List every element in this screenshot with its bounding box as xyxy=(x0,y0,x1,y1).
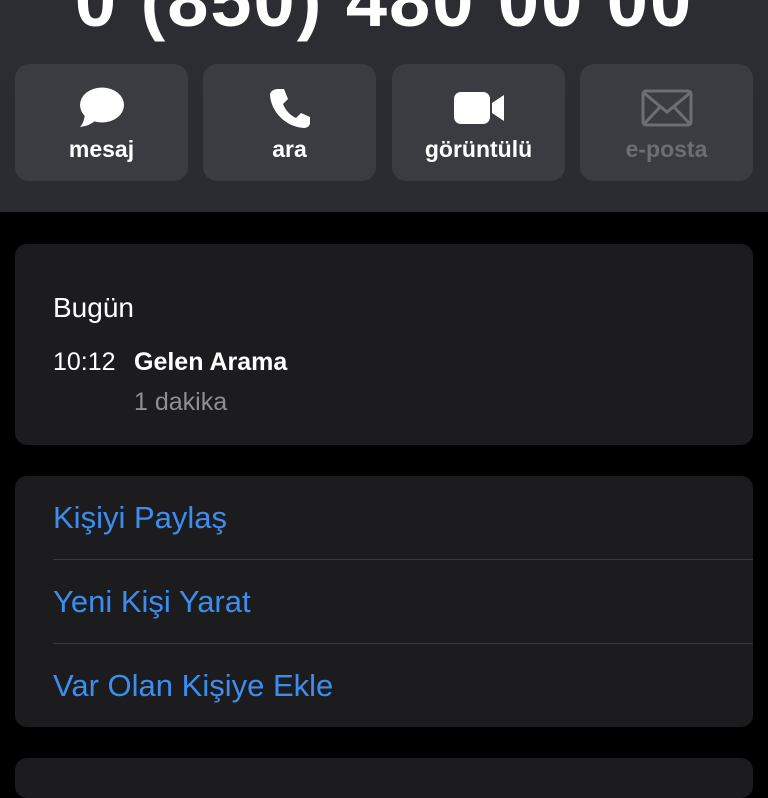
call-button[interactable]: ara xyxy=(203,64,376,181)
message-button[interactable]: mesaj xyxy=(15,64,188,181)
video-button[interactable]: görüntülü xyxy=(392,64,565,181)
call-type: Gelen Arama xyxy=(134,348,288,376)
add-to-existing-contact-label: Var Olan Kişiye Ekle xyxy=(53,668,334,703)
video-camera-icon xyxy=(392,86,565,130)
call-history-day: Bugün xyxy=(53,292,134,323)
message-button-label: mesaj xyxy=(68,136,135,162)
action-button-row: mesaj ara görüntülü e-posta xyxy=(15,64,753,181)
create-new-contact-label: Yeni Kişi Yarat xyxy=(53,584,251,619)
phone-icon xyxy=(203,86,376,130)
video-button-label: görüntülü xyxy=(424,136,533,162)
call-duration: 1 dakika xyxy=(134,388,228,416)
envelope-icon xyxy=(580,86,753,130)
phone-number: 0 (850) 480 00 00 xyxy=(74,0,694,42)
message-bubble-icon xyxy=(15,86,188,130)
contact-actions-card: Kişiyi Paylaş Yeni Kişi Yarat Var Olan K… xyxy=(15,476,753,727)
call-time: 10:12 xyxy=(53,348,116,376)
create-new-contact-item[interactable]: Yeni Kişi Yarat xyxy=(15,560,753,643)
add-to-existing-contact-item[interactable]: Var Olan Kişiye Ekle xyxy=(15,644,753,727)
email-button[interactable]: e-posta xyxy=(580,64,753,181)
call-button-label: ara xyxy=(272,136,307,162)
share-contact-label: Kişiyi Paylaş xyxy=(53,500,227,535)
email-button-label: e-posta xyxy=(625,136,708,162)
call-history-card: Bugün 10:12 Gelen Arama 1 dakika xyxy=(15,244,753,445)
next-section-card xyxy=(15,758,753,798)
contact-header: 0 (850) 480 00 00 mesaj ara görüntülü e-… xyxy=(0,0,768,212)
share-contact-item[interactable]: Kişiyi Paylaş xyxy=(15,476,753,559)
